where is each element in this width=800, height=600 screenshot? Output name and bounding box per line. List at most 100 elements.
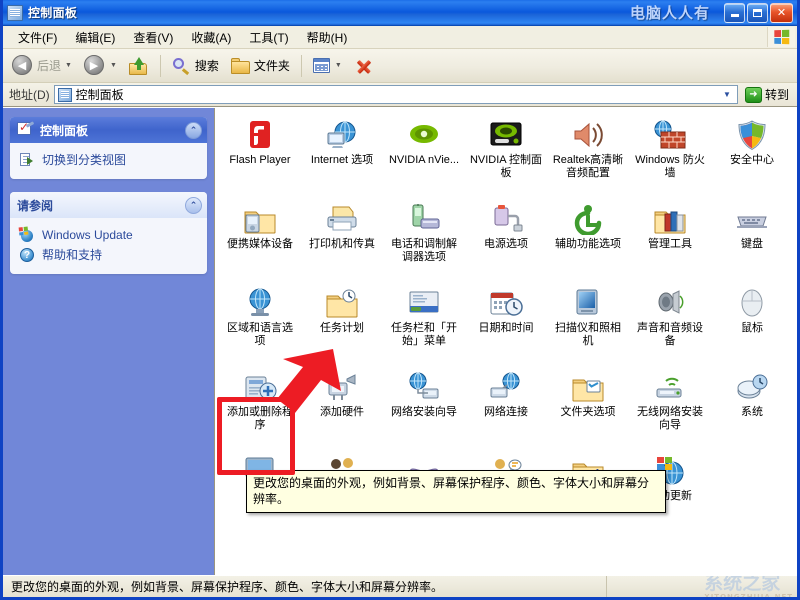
folders-button[interactable]: 文件夹	[226, 53, 295, 78]
control-panel-item-keyboard[interactable]: 键盘	[711, 200, 793, 280]
search-label: 搜索	[195, 57, 219, 74]
menu-file[interactable]: 文件(F)	[9, 26, 66, 49]
sounds-audio-icon	[653, 287, 687, 319]
toolbar: ◀ 后退 ▼ ▶ ▼ 搜索 文件夹 ▼	[3, 49, 797, 83]
control-panel-item-label: 电源选项	[484, 238, 528, 251]
control-panel-item-label: 鼠标	[741, 322, 763, 335]
content-pane[interactable]: Flash Player Internet 选项 NVIDIA nVie...	[214, 108, 797, 575]
windows-flag-button[interactable]	[767, 27, 795, 47]
status-watermark-text: 系统之家	[704, 576, 780, 594]
control-panel-item-date-time[interactable]: 日期和时间	[465, 284, 547, 364]
control-panel-item-label: NVIDIA nVie...	[389, 154, 459, 167]
control-panel-item-regional-language[interactable]: 区域和语言选项	[219, 284, 301, 364]
control-panel-item-nvidia-control-panel[interactable]: NVIDIA 控制面板	[465, 116, 547, 196]
control-panel-item-flash-player[interactable]: Flash Player	[219, 116, 301, 196]
control-panel-item-label: Realtek高清晰音频配置	[550, 154, 626, 180]
sidebar-link-label: 切换到分类视图	[42, 153, 126, 168]
maximize-button[interactable]	[747, 3, 768, 23]
title-watermark: 电脑人人有	[630, 2, 710, 23]
power-options-icon	[489, 203, 523, 235]
search-button[interactable]: 搜索	[167, 53, 224, 79]
close-button[interactable]: ✕	[770, 3, 793, 23]
control-panel-item-add-hardware[interactable]: 添加硬件	[301, 368, 383, 448]
control-panel-item-accessibility[interactable]: 辅助功能选项	[547, 200, 629, 280]
menu-favorites[interactable]: 收藏(A)	[182, 26, 240, 49]
panel-header-see-also[interactable]: 请参阅 ⌃	[10, 192, 207, 218]
control-panel-item-network-connections[interactable]: 网络连接	[465, 368, 547, 448]
control-panel-item-scheduled-tasks[interactable]: 任务计划	[301, 284, 383, 364]
control-panel-item-internet-options[interactable]: Internet 选项	[301, 116, 383, 196]
control-panel-item-label: 任务栏和「开始」菜单	[386, 322, 462, 348]
control-panel-item-label: Internet 选项	[311, 154, 373, 167]
add-hardware-icon	[325, 371, 359, 403]
up-button[interactable]	[124, 53, 154, 79]
sidebar-link-help-support[interactable]: ? 帮助和支持	[19, 245, 199, 265]
chevron-up-icon-see-also[interactable]: ⌃	[185, 197, 202, 214]
control-panel-item-system[interactable]: 系统	[711, 368, 793, 448]
control-panel-item-label: 系统	[741, 406, 763, 419]
control-panel-item-realtek-audio[interactable]: Realtek高清晰音频配置	[547, 116, 629, 196]
control-panel-item-mouse[interactable]: 鼠标	[711, 284, 793, 364]
sidebar-panel-control-panel: 控制面板 ⌃ 切换到分类视图	[10, 117, 207, 179]
menu-tools[interactable]: 工具(T)	[240, 26, 297, 49]
status-text: 更改您的桌面的外观，例如背景、屏幕保护程序、颜色、字体大小和屏幕分辨率。	[3, 576, 607, 597]
administrative-tools-icon	[653, 203, 687, 235]
control-panel-item-power-options[interactable]: 电源选项	[465, 200, 547, 280]
search-icon	[172, 57, 192, 75]
control-panel-item-administrative-tools[interactable]: 管理工具	[629, 200, 711, 280]
flash-player-icon	[243, 119, 277, 151]
menu-help[interactable]: 帮助(H)	[298, 26, 357, 49]
control-panel-item-label: Flash Player	[229, 154, 290, 167]
sidebar-link-switch-category-view[interactable]: 切换到分类视图	[19, 150, 199, 170]
minimize-icon	[731, 14, 739, 17]
control-panel-item-windows-firewall[interactable]: Windows 防火墙	[629, 116, 711, 196]
control-panel-item-phone-modem[interactable]: 电话和调制解调器选项	[383, 200, 465, 280]
forward-arrow-icon: ▶	[84, 55, 106, 76]
control-panel-item-scanners-cameras[interactable]: 扫描仪和照相机	[547, 284, 629, 364]
portable-media-device-icon	[243, 203, 277, 235]
up-folder-icon	[129, 57, 149, 75]
menu-edit[interactable]: 编辑(E)	[66, 26, 124, 49]
control-panel-item-printers-faxes[interactable]: 打印机和传真	[301, 200, 383, 280]
control-panel-item-label: 打印机和传真	[309, 238, 375, 251]
back-button[interactable]: ◀ 后退 ▼	[7, 51, 77, 80]
minimize-button[interactable]	[724, 3, 745, 23]
control-panel-item-wireless-network-wizard[interactable]: 无线网络安装向导	[629, 368, 711, 448]
printers-faxes-icon	[325, 203, 359, 235]
control-panel-item-add-remove-programs[interactable]: 添加或删除程序	[219, 368, 301, 448]
window-controls: ✕	[724, 3, 793, 23]
control-panel-item-portable-media-device[interactable]: 便携媒体设备	[219, 200, 301, 280]
control-panel-item-label: 辅助功能选项	[555, 238, 621, 251]
go-button[interactable]: ➜ 转到	[742, 84, 795, 105]
status-bar: 更改您的桌面的外观，例如背景、屏幕保护程序、颜色、字体大小和屏幕分辨率。 系统之…	[3, 575, 797, 597]
control-panel-item-label: 扫描仪和照相机	[550, 322, 626, 348]
views-dropdown-icon[interactable]: ▼	[335, 62, 342, 69]
folder-options-icon	[571, 371, 605, 403]
control-panel-icon	[17, 122, 34, 138]
views-button[interactable]: ▼	[308, 54, 347, 78]
add-remove-programs-icon	[243, 371, 277, 403]
control-panel-item-sounds-audio[interactable]: 声音和音频设备	[629, 284, 711, 364]
control-panel-item-label: 安全中心	[730, 154, 774, 167]
back-dropdown-icon[interactable]: ▼	[65, 62, 72, 69]
address-input[interactable]: 控制面板 ▼	[54, 85, 738, 104]
panel-header-control-panel[interactable]: 控制面板 ⌃	[10, 117, 207, 143]
forward-dropdown-icon[interactable]: ▼	[110, 62, 117, 69]
control-panel-item-nvidia-nview[interactable]: NVIDIA nVie...	[383, 116, 465, 196]
forward-button[interactable]: ▶ ▼	[79, 51, 122, 80]
realtek-audio-icon	[571, 119, 605, 151]
control-panel-item-label: 电话和调制解调器选项	[386, 238, 462, 264]
control-panel-item-network-setup-wizard[interactable]: 网络安装向导	[383, 368, 465, 448]
panel-body-see-also: Windows Update ? 帮助和支持	[10, 218, 207, 274]
nvidia-control-panel-icon	[489, 119, 523, 151]
control-panel-item-folder-options[interactable]: 文件夹选项	[547, 368, 629, 448]
control-panel-item-label: 键盘	[741, 238, 763, 251]
control-panel-item-taskbar-start-menu[interactable]: 任务栏和「开始」菜单	[383, 284, 465, 364]
sidebar-link-windows-update[interactable]: Windows Update	[19, 225, 199, 245]
control-panel-item-security-center[interactable]: 安全中心	[711, 116, 793, 196]
windows-firewall-icon	[653, 119, 687, 151]
menu-view[interactable]: 查看(V)	[124, 26, 182, 49]
address-dropdown-icon[interactable]: ▼	[719, 86, 735, 103]
delete-button[interactable]	[349, 53, 379, 79]
chevron-up-icon[interactable]: ⌃	[185, 122, 202, 139]
